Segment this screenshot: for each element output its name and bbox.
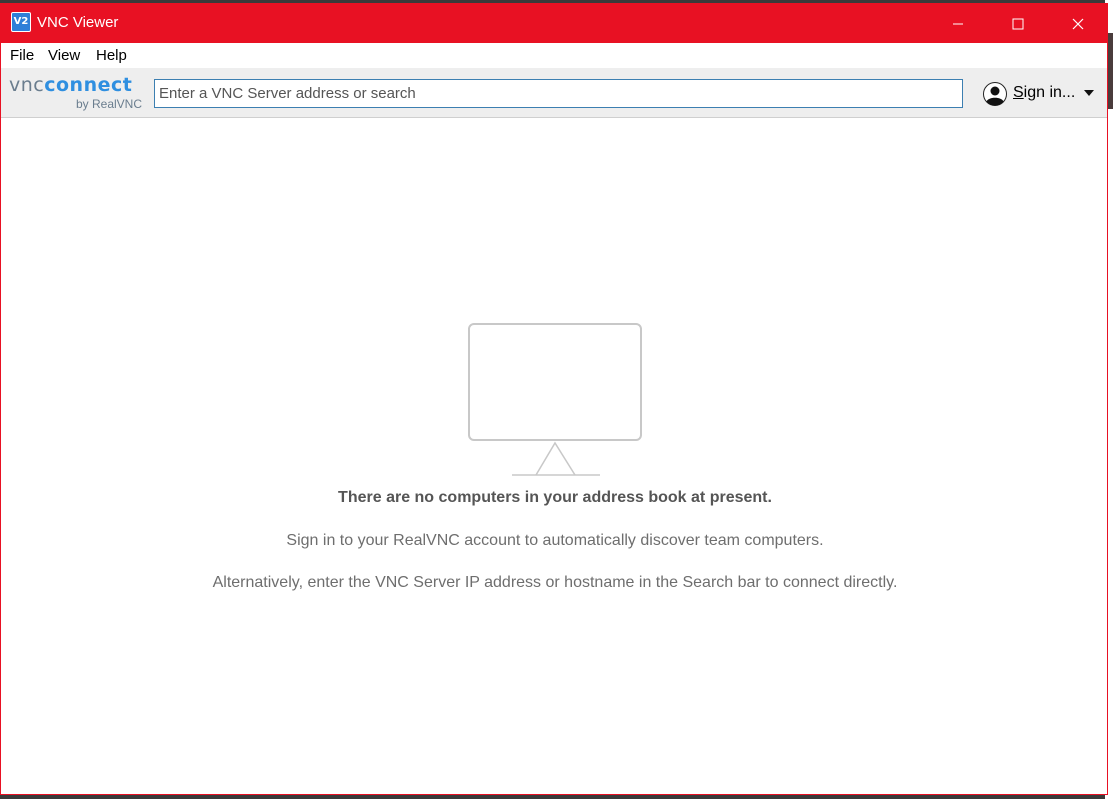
minimize-button[interactable]: [928, 4, 988, 43]
user-avatar-icon: [983, 82, 1007, 106]
vnc-app-icon: V2: [11, 12, 31, 32]
close-icon: [1072, 18, 1084, 29]
toolbar: vncconnect by RealVNC Sign in...: [1, 68, 1107, 118]
menu-view[interactable]: View: [48, 47, 80, 64]
logo-wordmark: vncconnect: [9, 74, 132, 96]
maximize-icon: [1012, 18, 1024, 29]
logo-vnc-text: vnc: [9, 74, 45, 96]
address-book-area: There are no computers in your address b…: [1, 118, 1107, 794]
server-search-input[interactable]: [154, 79, 963, 108]
sign-in-button[interactable]: Sign in...: [983, 80, 1103, 108]
screen: V2 VNC Viewer File View Help vncconnect …: [0, 0, 1113, 799]
vnc-connect-logo: vncconnect by RealVNC: [9, 74, 144, 112]
close-button[interactable]: [1048, 4, 1108, 43]
menu-bar: File View Help: [1, 43, 1107, 68]
maximize-button[interactable]: [988, 4, 1048, 43]
window-title: VNC Viewer: [37, 14, 119, 31]
menu-file[interactable]: File: [10, 47, 34, 64]
empty-state-signin-hint: Sign in to your RealVNC account to autom…: [286, 532, 824, 549]
sign-in-label: Sign in...: [1013, 84, 1076, 101]
logo-byline: by RealVNC: [75, 97, 142, 111]
vnc-viewer-window: V2 VNC Viewer File View Help vncconnect …: [0, 3, 1108, 795]
logo-connect-text: connect: [44, 74, 133, 96]
empty-state-headline: There are no computers in your address b…: [338, 489, 772, 506]
dropdown-arrow-icon[interactable]: [1084, 90, 1094, 96]
empty-state-search-hint: Alternatively, enter the VNC Server IP a…: [212, 574, 898, 591]
menu-help[interactable]: Help: [96, 47, 127, 64]
monitor-icon: [468, 323, 642, 476]
title-bar[interactable]: V2 VNC Viewer: [1, 4, 1107, 43]
minimize-icon: [953, 23, 963, 24]
